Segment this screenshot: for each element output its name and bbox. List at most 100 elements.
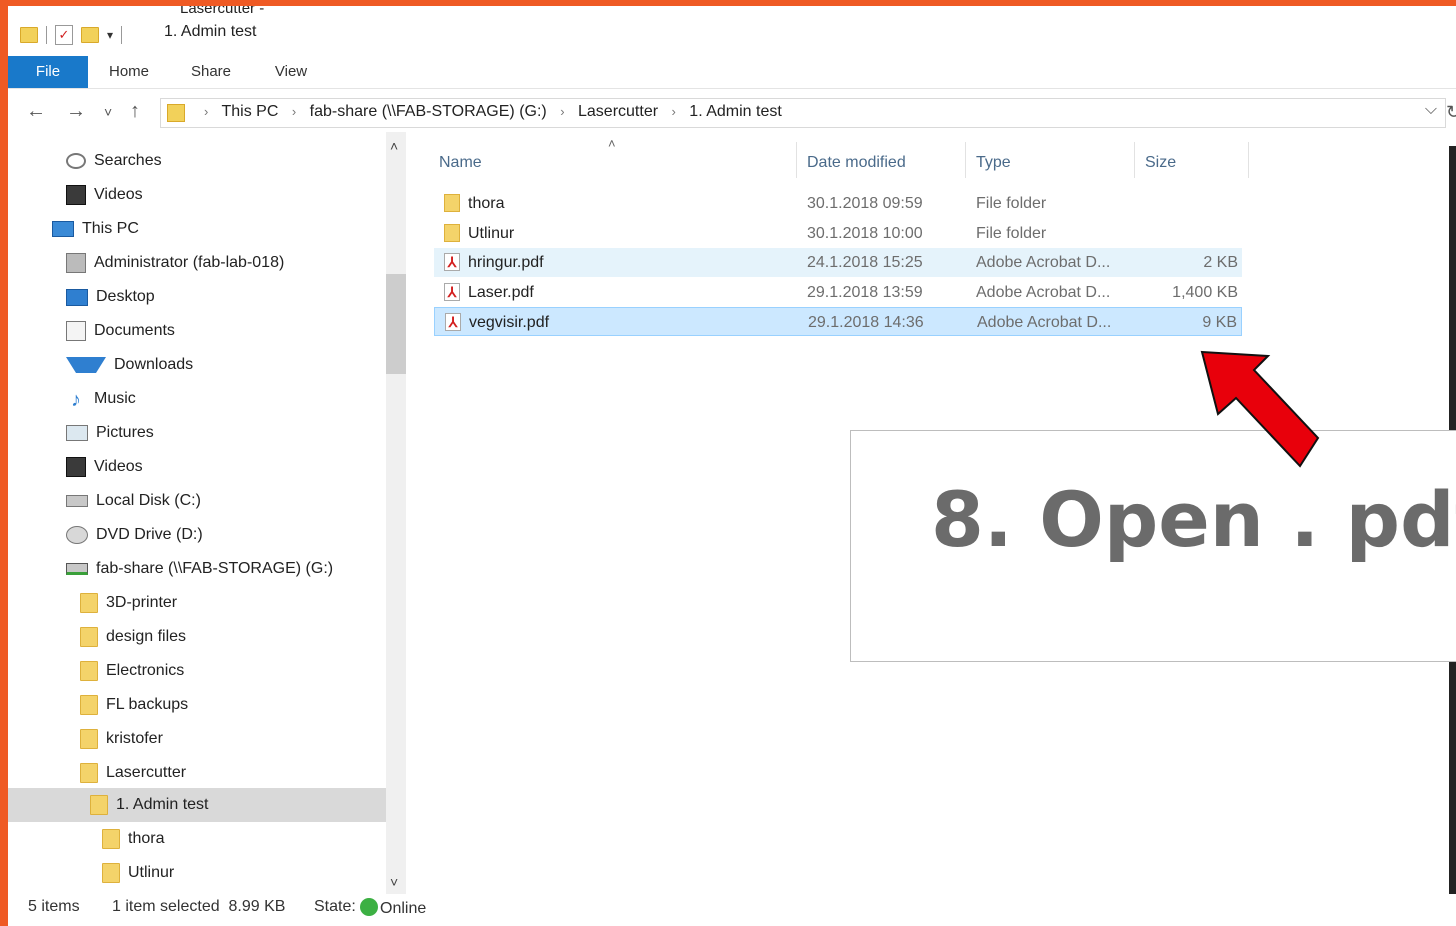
sidebar-item-label: Videos <box>94 186 143 203</box>
dvd-drive-icon <box>66 526 88 544</box>
sidebar-item-admin-test[interactable]: 1. Admin test <box>8 788 386 822</box>
file-size: 1,400 KB <box>1172 284 1238 301</box>
sidebar-item-local-disk[interactable]: Local Disk (C:) <box>66 486 201 516</box>
sidebar-item-pictures[interactable]: Pictures <box>66 418 154 448</box>
file-row-vegvisir-pdf[interactable]: ⅄ vegvisir.pdf 29.1.2018 14:36 Adobe Acr… <box>434 307 1242 336</box>
sidebar-item-label: 3D-printer <box>106 594 178 611</box>
video-icon <box>66 457 86 477</box>
sidebar-item-documents[interactable]: Documents <box>66 316 175 346</box>
pictures-icon <box>66 425 88 441</box>
column-divider[interactable] <box>1134 142 1135 178</box>
sidebar-item-dvd-drive[interactable]: DVD Drive (D:) <box>66 520 203 550</box>
file-date: 30.1.2018 10:00 <box>807 225 923 242</box>
breadcrumb-this-pc[interactable]: This PC <box>222 103 279 120</box>
navigation-pane: Searches Videos This PC Administrator (f… <box>8 132 386 894</box>
file-type: Adobe Acrobat D... <box>976 254 1111 271</box>
breadcrumb-lasercutter[interactable]: Lasercutter <box>578 103 658 120</box>
sidebar-item-lasercutter[interactable]: Lasercutter <box>80 758 186 788</box>
folder-icon <box>80 627 98 647</box>
user-folder-icon <box>66 253 86 273</box>
scroll-up-icon[interactable]: ˄ <box>390 138 398 154</box>
tab-file[interactable]: File <box>8 56 88 88</box>
file-date: 29.1.2018 14:36 <box>808 314 924 331</box>
sidebar-item-downloads[interactable]: Downloads <box>66 350 193 380</box>
sidebar-item-kristofer[interactable]: kristofer <box>80 724 163 754</box>
scrollbar-thumb[interactable] <box>386 274 406 374</box>
sidebar-item-label: Desktop <box>96 288 155 305</box>
sidebar-item-fab-share[interactable]: fab-share (\\FAB-STORAGE) (G:) <box>66 554 333 584</box>
sidebar-item-administrator[interactable]: Administrator (fab-lab-018) <box>66 248 284 278</box>
forward-arrow-icon[interactable]: → <box>66 100 86 123</box>
scroll-down-icon[interactable]: ˅ <box>390 874 398 890</box>
column-header-type[interactable]: Type <box>976 148 1011 178</box>
music-note-icon: ♪ <box>71 389 81 411</box>
chevron-right-icon[interactable]: › <box>672 104 676 119</box>
tab-share[interactable]: Share <box>180 56 242 88</box>
back-arrow-icon[interactable]: ← <box>26 100 46 123</box>
customize-toolbar-icon[interactable]: ▾ <box>107 28 113 42</box>
column-divider[interactable] <box>796 142 797 178</box>
breadcrumb-fab-share[interactable]: fab-share (\\FAB-STORAGE) (G:) <box>310 103 547 120</box>
pdf-icon: ⅄ <box>444 283 460 301</box>
sidebar-item-videos[interactable]: Videos <box>66 452 143 482</box>
sidebar-item-label: Downloads <box>114 356 194 373</box>
sidebar-item-music[interactable]: ♪ Music <box>66 384 136 414</box>
sidebar-item-videos[interactable]: Videos <box>66 180 143 210</box>
file-row-laser-pdf[interactable]: ⅄ Laser.pdf 29.1.2018 13:59 Adobe Acroba… <box>434 278 1242 307</box>
sidebar-item-label: This PC <box>82 220 139 237</box>
refresh-icon[interactable]: ↻ <box>1446 102 1456 123</box>
recent-locations-chevron-icon[interactable]: ˅ <box>104 104 112 120</box>
folder-icon <box>20 27 38 43</box>
folder-icon <box>80 729 98 749</box>
sidebar-item-electronics[interactable]: Electronics <box>80 656 184 686</box>
tab-view[interactable]: View <box>260 56 322 88</box>
previous-window-title: Lasercutter - <box>180 6 265 17</box>
video-icon <box>66 185 86 205</box>
network-drive-icon <box>66 563 88 575</box>
navigation-pane-scrollbar[interactable]: ˄ ˅ <box>386 132 406 894</box>
file-date: 24.1.2018 15:25 <box>807 254 923 271</box>
sidebar-item-fl-backups[interactable]: FL backups <box>80 690 188 720</box>
sidebar-item-thora[interactable]: thora <box>102 824 164 854</box>
sidebar-item-label: Music <box>94 390 136 407</box>
breadcrumb-admin-test[interactable]: 1. Admin test <box>689 103 782 120</box>
column-header-size[interactable]: Size <box>1145 148 1176 178</box>
column-divider[interactable] <box>1248 142 1249 178</box>
file-row-thora[interactable]: thora 30.1.2018 09:59 File folder <box>434 189 1242 218</box>
new-folder-icon[interactable] <box>81 27 99 43</box>
chevron-right-icon[interactable]: › <box>204 104 208 119</box>
up-arrow-icon[interactable]: ↑ <box>130 100 140 123</box>
properties-icon[interactable]: ✓ <box>55 25 73 45</box>
status-bar: 5 items 1 item selected 8.99 KB State: O… <box>8 894 1456 926</box>
address-bar[interactable]: › This PC › fab-share (\\FAB-STORAGE) (G… <box>160 98 1446 128</box>
sidebar-item-this-pc[interactable]: This PC <box>52 214 139 244</box>
sidebar-item-label: 1. Admin test <box>116 796 209 813</box>
sort-ascending-icon: ˄ <box>608 136 616 151</box>
column-divider[interactable] <box>965 142 966 178</box>
sidebar-item-searches[interactable]: Searches <box>66 146 162 176</box>
file-size: 2 KB <box>1203 254 1238 271</box>
toolbar-divider <box>121 26 123 44</box>
breadcrumb: › This PC › fab-share (\\FAB-STORAGE) (G… <box>195 103 782 121</box>
file-row-utlinur[interactable]: Utlinur 30.1.2018 10:00 File folder <box>434 219 1242 248</box>
column-header-name[interactable]: Name <box>439 148 482 178</box>
sidebar-item-utlinur[interactable]: Utlinur <box>102 858 174 888</box>
file-type: Adobe Acrobat D... <box>977 314 1112 331</box>
file-type: File folder <box>976 225 1047 242</box>
sidebar-item-design-files[interactable]: design files <box>80 622 186 652</box>
title-bar: Lasercutter - ✓ ▾ 1. Admin test <box>8 6 1456 56</box>
column-header-date-modified[interactable]: Date modified <box>807 148 906 178</box>
sidebar-item-desktop[interactable]: Desktop <box>66 282 155 312</box>
address-dropdown-icon[interactable]: ⌵ <box>1425 101 1437 119</box>
chevron-right-icon[interactable]: › <box>292 104 296 119</box>
state-label: State: <box>314 898 356 915</box>
folder-icon <box>80 593 98 613</box>
sidebar-item-label: Administrator (fab-lab-018) <box>94 254 285 271</box>
chevron-right-icon[interactable]: › <box>560 104 564 119</box>
sidebar-item-3d-printer[interactable]: 3D-printer <box>80 588 177 618</box>
file-name: thora <box>468 195 505 212</box>
pdf-icon: ⅄ <box>445 313 461 331</box>
sidebar-item-label: kristofer <box>106 730 163 747</box>
tab-home[interactable]: Home <box>98 56 160 88</box>
file-row-hringur-pdf[interactable]: ⅄ hringur.pdf 24.1.2018 15:25 Adobe Acro… <box>434 248 1242 277</box>
